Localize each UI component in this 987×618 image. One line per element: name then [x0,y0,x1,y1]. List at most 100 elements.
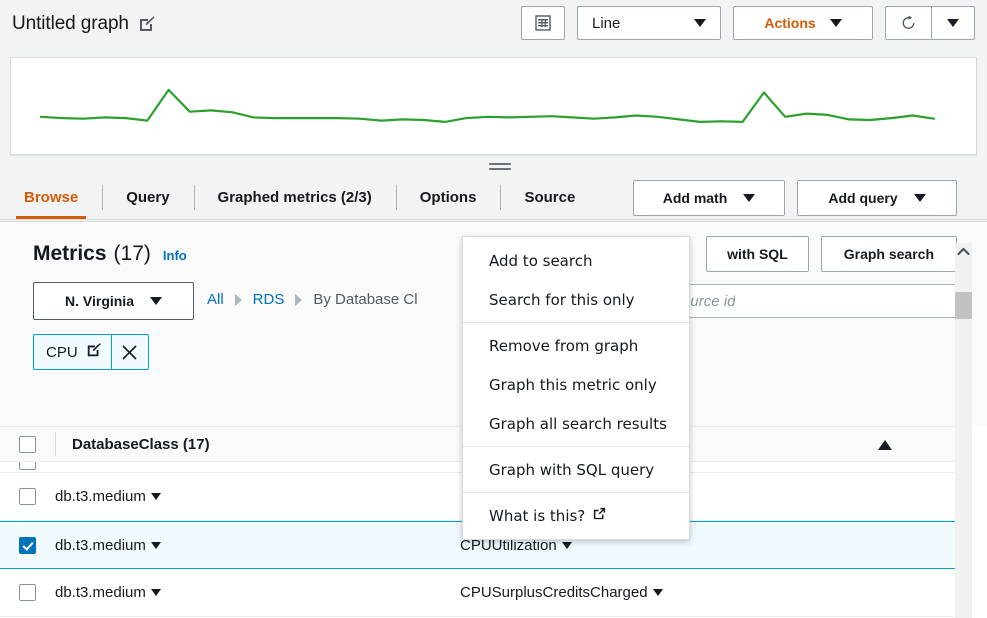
column-header-database-class[interactable]: DatabaseClass (17) [72,436,210,453]
chevron-right-icon [235,294,242,306]
menu-item-what-is-this[interactable]: What is this? [463,496,689,535]
menu-item-graph-all-search-results[interactable]: Graph all search results [463,404,689,443]
chevron-up-icon [957,247,970,256]
metrics-title: Metrics [33,242,107,266]
menu-item-label: Graph this metric only [489,376,657,394]
row-checkbox-cell[interactable] [0,488,55,505]
chip-label-group: CPU [34,335,111,369]
row-checkbox[interactable] [19,488,36,505]
vertical-scrollbar[interactable] [955,243,972,618]
menu-item-label: Graph all search results [489,415,667,433]
column-header-label: DatabaseClass [72,436,179,453]
menu-item-search-for-this-only[interactable]: Search for this only [463,280,689,319]
filter-chip-cpu[interactable]: CPU [33,334,149,370]
metric-name-value: CPUSurplusCreditsCharged [460,584,648,601]
breadcrumb-item-rds[interactable]: RDS [253,291,285,308]
page-title: Untitled graph [12,13,129,35]
metrics-title-group: Metrics (17) Info [33,242,187,266]
chevron-down-icon[interactable] [562,542,572,549]
table-grid-icon [533,13,553,33]
info-link[interactable]: Info [163,248,187,263]
chevron-down-icon [743,194,755,202]
graph-search-button[interactable]: Graph search [821,236,957,272]
tab-label: Source [524,189,575,206]
menu-item-label: Remove from graph [489,337,638,355]
scrollbar-thumb[interactable] [955,292,972,319]
database-class-value: db.t3.medium [55,584,146,601]
chevron-down-icon [830,19,842,27]
close-x-icon[interactable] [112,335,148,369]
metric-preview-chart[interactable] [10,57,977,155]
tab-graphed-metrics[interactable]: Graphed metrics (2/3) [194,176,396,219]
region-select[interactable]: N. Virginia [33,282,194,320]
row-checkbox-cell[interactable] [0,462,55,470]
row-checkbox[interactable] [19,462,36,470]
cloudwatch-metrics-page: Untitled graph Line [0,0,987,618]
refresh-options-button[interactable] [931,6,975,40]
tab-bar: Browse Query Graphed metrics (2/3) Optio… [0,176,987,220]
menu-item-label: Graph with SQL query [489,461,654,479]
database-class-value: db.t3.medium [55,488,146,505]
tab-options[interactable]: Options [396,176,501,219]
row-checkbox[interactable] [19,584,36,601]
tab-query[interactable]: Query [102,176,193,219]
widget-type-button[interactable] [521,6,565,40]
row-checkbox[interactable] [19,537,36,554]
tab-label: Graphed metrics (2/3) [218,189,372,206]
table-row[interactable]: db.t3.medium CPUSurplusCreditsCharged [0,569,955,617]
cell-database-class: db.t3.medium [55,488,460,505]
chart-type-select[interactable]: Line [577,6,721,40]
actions-label: Actions [764,15,815,31]
metrics-count: (17) [114,242,151,266]
edit-pencil-icon[interactable] [86,342,102,362]
query-with-sql-label: with SQL [727,246,788,262]
menu-item-add-to-search[interactable]: Add to search [463,241,689,280]
metrics-header-buttons: with SQL Graph search [706,236,957,272]
handle-line [489,163,511,165]
chevron-down-icon[interactable] [653,589,663,596]
header-divider [55,432,56,456]
add-math-button[interactable]: Add math [633,180,785,216]
chevron-down-icon [150,297,162,305]
refresh-icon [900,13,917,33]
panel-resize-handle[interactable] [489,160,511,172]
graph-toolbar: Untitled graph Line [0,0,987,48]
cell-database-class: db.t3.medium [55,584,460,601]
cell-database-class: db.t3.medium [55,537,460,554]
tab-browse[interactable]: Browse [0,176,102,219]
menu-divider [463,446,689,447]
select-all-cell[interactable] [0,436,55,453]
menu-item-graph-this-metric-only[interactable]: Graph this metric only [463,365,689,404]
tab-label: Options [420,189,477,206]
chip-label: CPU [46,344,78,361]
metric-context-menu: Add to search Search for this only Remov… [462,236,690,540]
chevron-down-icon[interactable] [151,542,161,549]
menu-item-graph-with-sql-query[interactable]: Graph with SQL query [463,450,689,489]
refresh-group [885,6,975,40]
tab-label: Browse [24,189,78,206]
toolbar-right-group: Line Actions [521,6,975,40]
chevron-down-icon[interactable] [151,493,161,500]
actions-button[interactable]: Actions [733,6,873,40]
menu-item-label: Add to search [489,252,592,270]
query-with-sql-button[interactable]: with SQL [706,236,809,272]
breadcrumb-item-current: By Database Cl [313,291,417,308]
row-checkbox-cell[interactable] [0,537,55,554]
region-value: N. Virginia [65,293,134,309]
select-all-checkbox[interactable] [19,436,36,453]
add-query-button[interactable]: Add query [797,180,957,216]
menu-item-remove-from-graph[interactable]: Remove from graph [463,326,689,365]
edit-pencil-icon[interactable] [138,15,156,33]
row-checkbox-cell[interactable] [0,584,55,601]
chevron-down-icon[interactable] [151,589,161,596]
breadcrumb: All RDS By Database Cl [207,291,418,308]
refresh-button[interactable] [885,6,931,40]
tab-source[interactable]: Source [500,176,599,219]
menu-item-label: Search for this only [489,291,635,309]
filter-chip-row: CPU [33,334,149,370]
breadcrumb-item-all[interactable]: All [207,291,224,308]
menu-item-label: What is this? [489,507,585,525]
sort-ascending-icon[interactable] [878,440,892,450]
scroll-up-button[interactable] [955,243,972,260]
handle-line [489,168,511,170]
